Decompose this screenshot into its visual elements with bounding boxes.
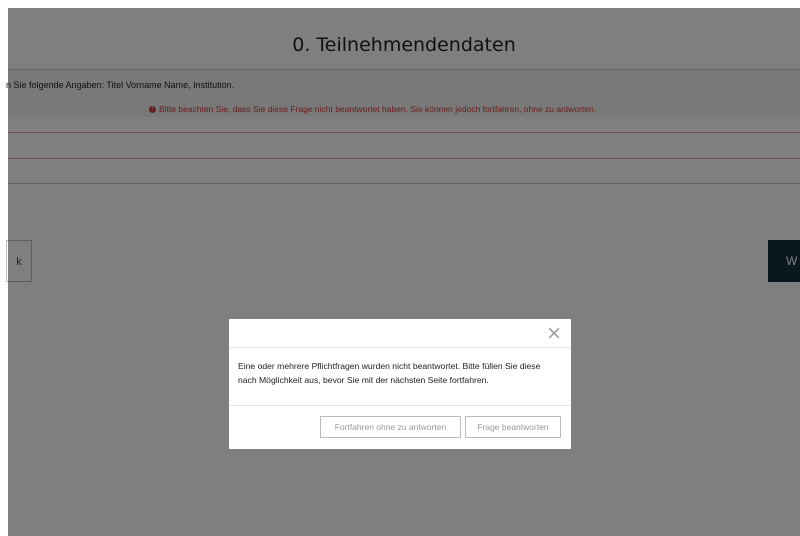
continue-without-answer-button[interactable]: Fortfahren ohne zu antworten bbox=[320, 416, 461, 438]
modal-header-divider bbox=[229, 347, 571, 348]
close-icon[interactable]: × bbox=[546, 322, 562, 344]
modal-footer-divider bbox=[229, 405, 571, 406]
modal-backdrop[interactable] bbox=[8, 8, 800, 536]
required-questions-dialog: × Eine oder mehrere Pflichtfragen wurden… bbox=[229, 319, 571, 449]
answer-question-button[interactable]: Frage beantworten bbox=[465, 416, 561, 438]
dialog-message: Eine oder mehrere Pflichtfragen wurden n… bbox=[238, 361, 541, 385]
